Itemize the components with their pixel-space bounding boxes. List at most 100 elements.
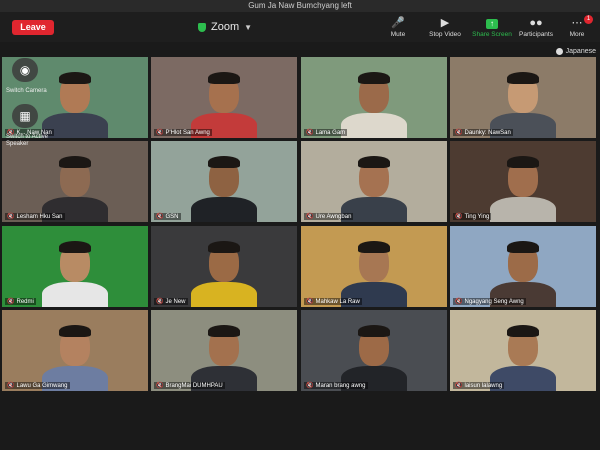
participant-name-tag: 🔇 Ure Awngban bbox=[304, 213, 354, 220]
participant-hair bbox=[507, 241, 539, 253]
leave-button[interactable]: Leave bbox=[12, 20, 54, 35]
share-screen-icon: ↑ bbox=[468, 16, 516, 30]
participant-tile[interactable]: 🔇 Ting Ying bbox=[450, 141, 596, 222]
participant-tile[interactable]: 🔇 P'Hlot San Awng bbox=[151, 57, 297, 138]
participant-body bbox=[490, 197, 556, 222]
participant-body bbox=[42, 282, 108, 307]
participant-name: Daunky: NawSan bbox=[464, 129, 511, 136]
muted-microphone-icon: 🔇 bbox=[455, 383, 463, 389]
speaker-view-icon: ▦ bbox=[19, 109, 31, 123]
participant-tile[interactable]: 🔇 Lesham Hku San bbox=[2, 141, 148, 222]
participant-hair bbox=[59, 325, 91, 337]
switch-camera-label: Switch Camera bbox=[6, 88, 47, 94]
participant-hair bbox=[208, 156, 240, 168]
participant-hair bbox=[507, 156, 539, 168]
muted-microphone-icon: 🔇 bbox=[306, 130, 314, 136]
muted-microphone-icon: 🔇 bbox=[7, 214, 15, 220]
mute-button[interactable]: 🎤 Mute bbox=[374, 16, 422, 40]
muted-microphone-icon: 🔇 bbox=[455, 214, 463, 220]
participant-tile[interactable]: 🔇 Redmi bbox=[2, 226, 148, 307]
security-shield-icon bbox=[198, 22, 206, 32]
participant-name-tag: 🔇 Daunky: NawSan bbox=[453, 129, 513, 136]
participant-name: Ure Awngban bbox=[315, 213, 352, 220]
muted-microphone-icon: 🔇 bbox=[455, 299, 463, 305]
muted-microphone-icon: 🔇 bbox=[306, 383, 314, 389]
notification-badge: 1 bbox=[584, 15, 593, 24]
participant-hair bbox=[208, 72, 240, 84]
participant-tile[interactable]: 🔇 Maran brang awng bbox=[301, 310, 447, 391]
participant-name: Maran brang awng bbox=[315, 382, 366, 389]
microphone-icon: 🎤 bbox=[391, 17, 405, 29]
participant-tile[interactable]: 🔇 laisun lalawng bbox=[450, 310, 596, 391]
participant-name-tag: 🔇 BrangMai DUMHPAU bbox=[154, 382, 225, 389]
participant-name: Redmi bbox=[16, 298, 34, 305]
participant-hair bbox=[358, 156, 390, 168]
muted-microphone-icon: 🔇 bbox=[156, 130, 164, 136]
muted-microphone-icon: 🔇 bbox=[156, 214, 164, 220]
participant-hair bbox=[358, 325, 390, 337]
video-gallery: 🔇 K... Naw Nan 🔇 P'Hlot San Awng 🔇 Lama Gam 🔇 D… bbox=[2, 57, 598, 395]
switch-speaker-button[interactable]: ▦ bbox=[12, 104, 38, 128]
participant-name: Mahkaw La Raw bbox=[315, 298, 360, 305]
video-camera-icon: ▶ bbox=[440, 17, 450, 29]
participant-hair bbox=[208, 325, 240, 337]
more-button[interactable]: ⋯ More 1 bbox=[553, 15, 600, 40]
meeting-info[interactable]: Zoom ▼ bbox=[198, 20, 252, 34]
window-title: Gum Ja Naw Bumchyang left bbox=[0, 0, 600, 12]
participant-name: BrangMai DUMHPAU bbox=[165, 382, 223, 389]
participant-name: Je New bbox=[165, 298, 186, 305]
switch-camera-button[interactable]: ◉ bbox=[12, 58, 38, 82]
participant-hair bbox=[208, 241, 240, 253]
top-toolbar: Leave Zoom ▼ 🎤 Mute ▶ Stop Video ↑ Share… bbox=[0, 12, 600, 42]
participant-body bbox=[191, 282, 257, 307]
participant-name: GSN bbox=[165, 213, 179, 220]
chevron-down-icon: ▼ bbox=[244, 22, 253, 32]
participant-name-tag: 🔇 Lesham Hku San bbox=[5, 213, 65, 220]
stop-video-button[interactable]: ▶ Stop Video bbox=[421, 16, 469, 40]
participant-name-tag: 🔇 laisun lalawng bbox=[453, 382, 505, 389]
participant-tile[interactable]: 🔇 Ure Awngban bbox=[301, 141, 447, 222]
participant-name: Lesham Hku San bbox=[16, 213, 63, 220]
participant-tile[interactable]: 🔇 GSN bbox=[151, 141, 297, 222]
participant-tile[interactable]: 🔇 Lama Gam bbox=[301, 57, 447, 138]
participant-hair bbox=[358, 241, 390, 253]
participant-name: Ngagyang Seng Awng bbox=[464, 298, 524, 305]
globe-icon bbox=[555, 47, 563, 55]
participant-tile[interactable]: 🔇 Je New bbox=[151, 226, 297, 307]
muted-microphone-icon: 🔇 bbox=[156, 299, 164, 305]
muted-microphone-icon: 🔇 bbox=[455, 130, 463, 136]
language-interpretation[interactable]: Japanese bbox=[555, 46, 596, 56]
participant-name: Lama Gam bbox=[315, 129, 346, 136]
participant-body bbox=[191, 197, 257, 222]
participant-name: Lawu Ga Gimwang bbox=[16, 382, 68, 389]
muted-microphone-icon: 🔇 bbox=[306, 214, 314, 220]
participant-hair bbox=[59, 156, 91, 168]
participant-hair bbox=[358, 72, 390, 84]
camera-icon: ◉ bbox=[19, 63, 31, 77]
participant-hair bbox=[507, 325, 539, 337]
participant-name-tag: 🔇 Redmi bbox=[5, 298, 36, 305]
participant-name: Ting Ying bbox=[464, 213, 490, 220]
muted-microphone-icon: 🔇 bbox=[306, 299, 314, 305]
participant-tile[interactable]: 🔇 Daunky: NawSan bbox=[450, 57, 596, 138]
participant-name-tag: 🔇 Lama Gam bbox=[304, 129, 348, 136]
participant-body bbox=[341, 113, 407, 138]
participant-name-tag: 🔇 Je New bbox=[154, 298, 188, 305]
participant-name-tag: 🔇 Mahkaw La Raw bbox=[304, 298, 362, 305]
muted-microphone-icon: 🔇 bbox=[7, 383, 15, 389]
participant-name: laisun lalawng bbox=[464, 382, 503, 389]
meeting-title: Zoom bbox=[211, 21, 240, 33]
participant-tile[interactable]: 🔇 Mahkaw La Raw bbox=[301, 226, 447, 307]
muted-microphone-icon: 🔇 bbox=[7, 299, 15, 305]
participant-hair bbox=[507, 72, 539, 84]
participant-tile[interactable]: 🔇 Ngagyang Seng Awng bbox=[450, 226, 596, 307]
mute-label: Mute bbox=[390, 31, 406, 38]
participant-hair bbox=[59, 72, 91, 84]
stop-video-label: Stop Video bbox=[429, 31, 461, 38]
muted-microphone-icon: 🔇 bbox=[156, 383, 164, 389]
participant-tile[interactable]: 🔇 BrangMai DUMHPAU bbox=[151, 310, 297, 391]
participant-tile[interactable]: 🔇 Lawu Ga Gimwang bbox=[2, 310, 148, 391]
participant-name-tag: 🔇 Maran brang awng bbox=[304, 382, 368, 389]
participant-name-tag: 🔇 Lawu Ga Gimwang bbox=[5, 382, 70, 389]
share-screen-button[interactable]: ↑ Share Screen bbox=[468, 16, 516, 40]
